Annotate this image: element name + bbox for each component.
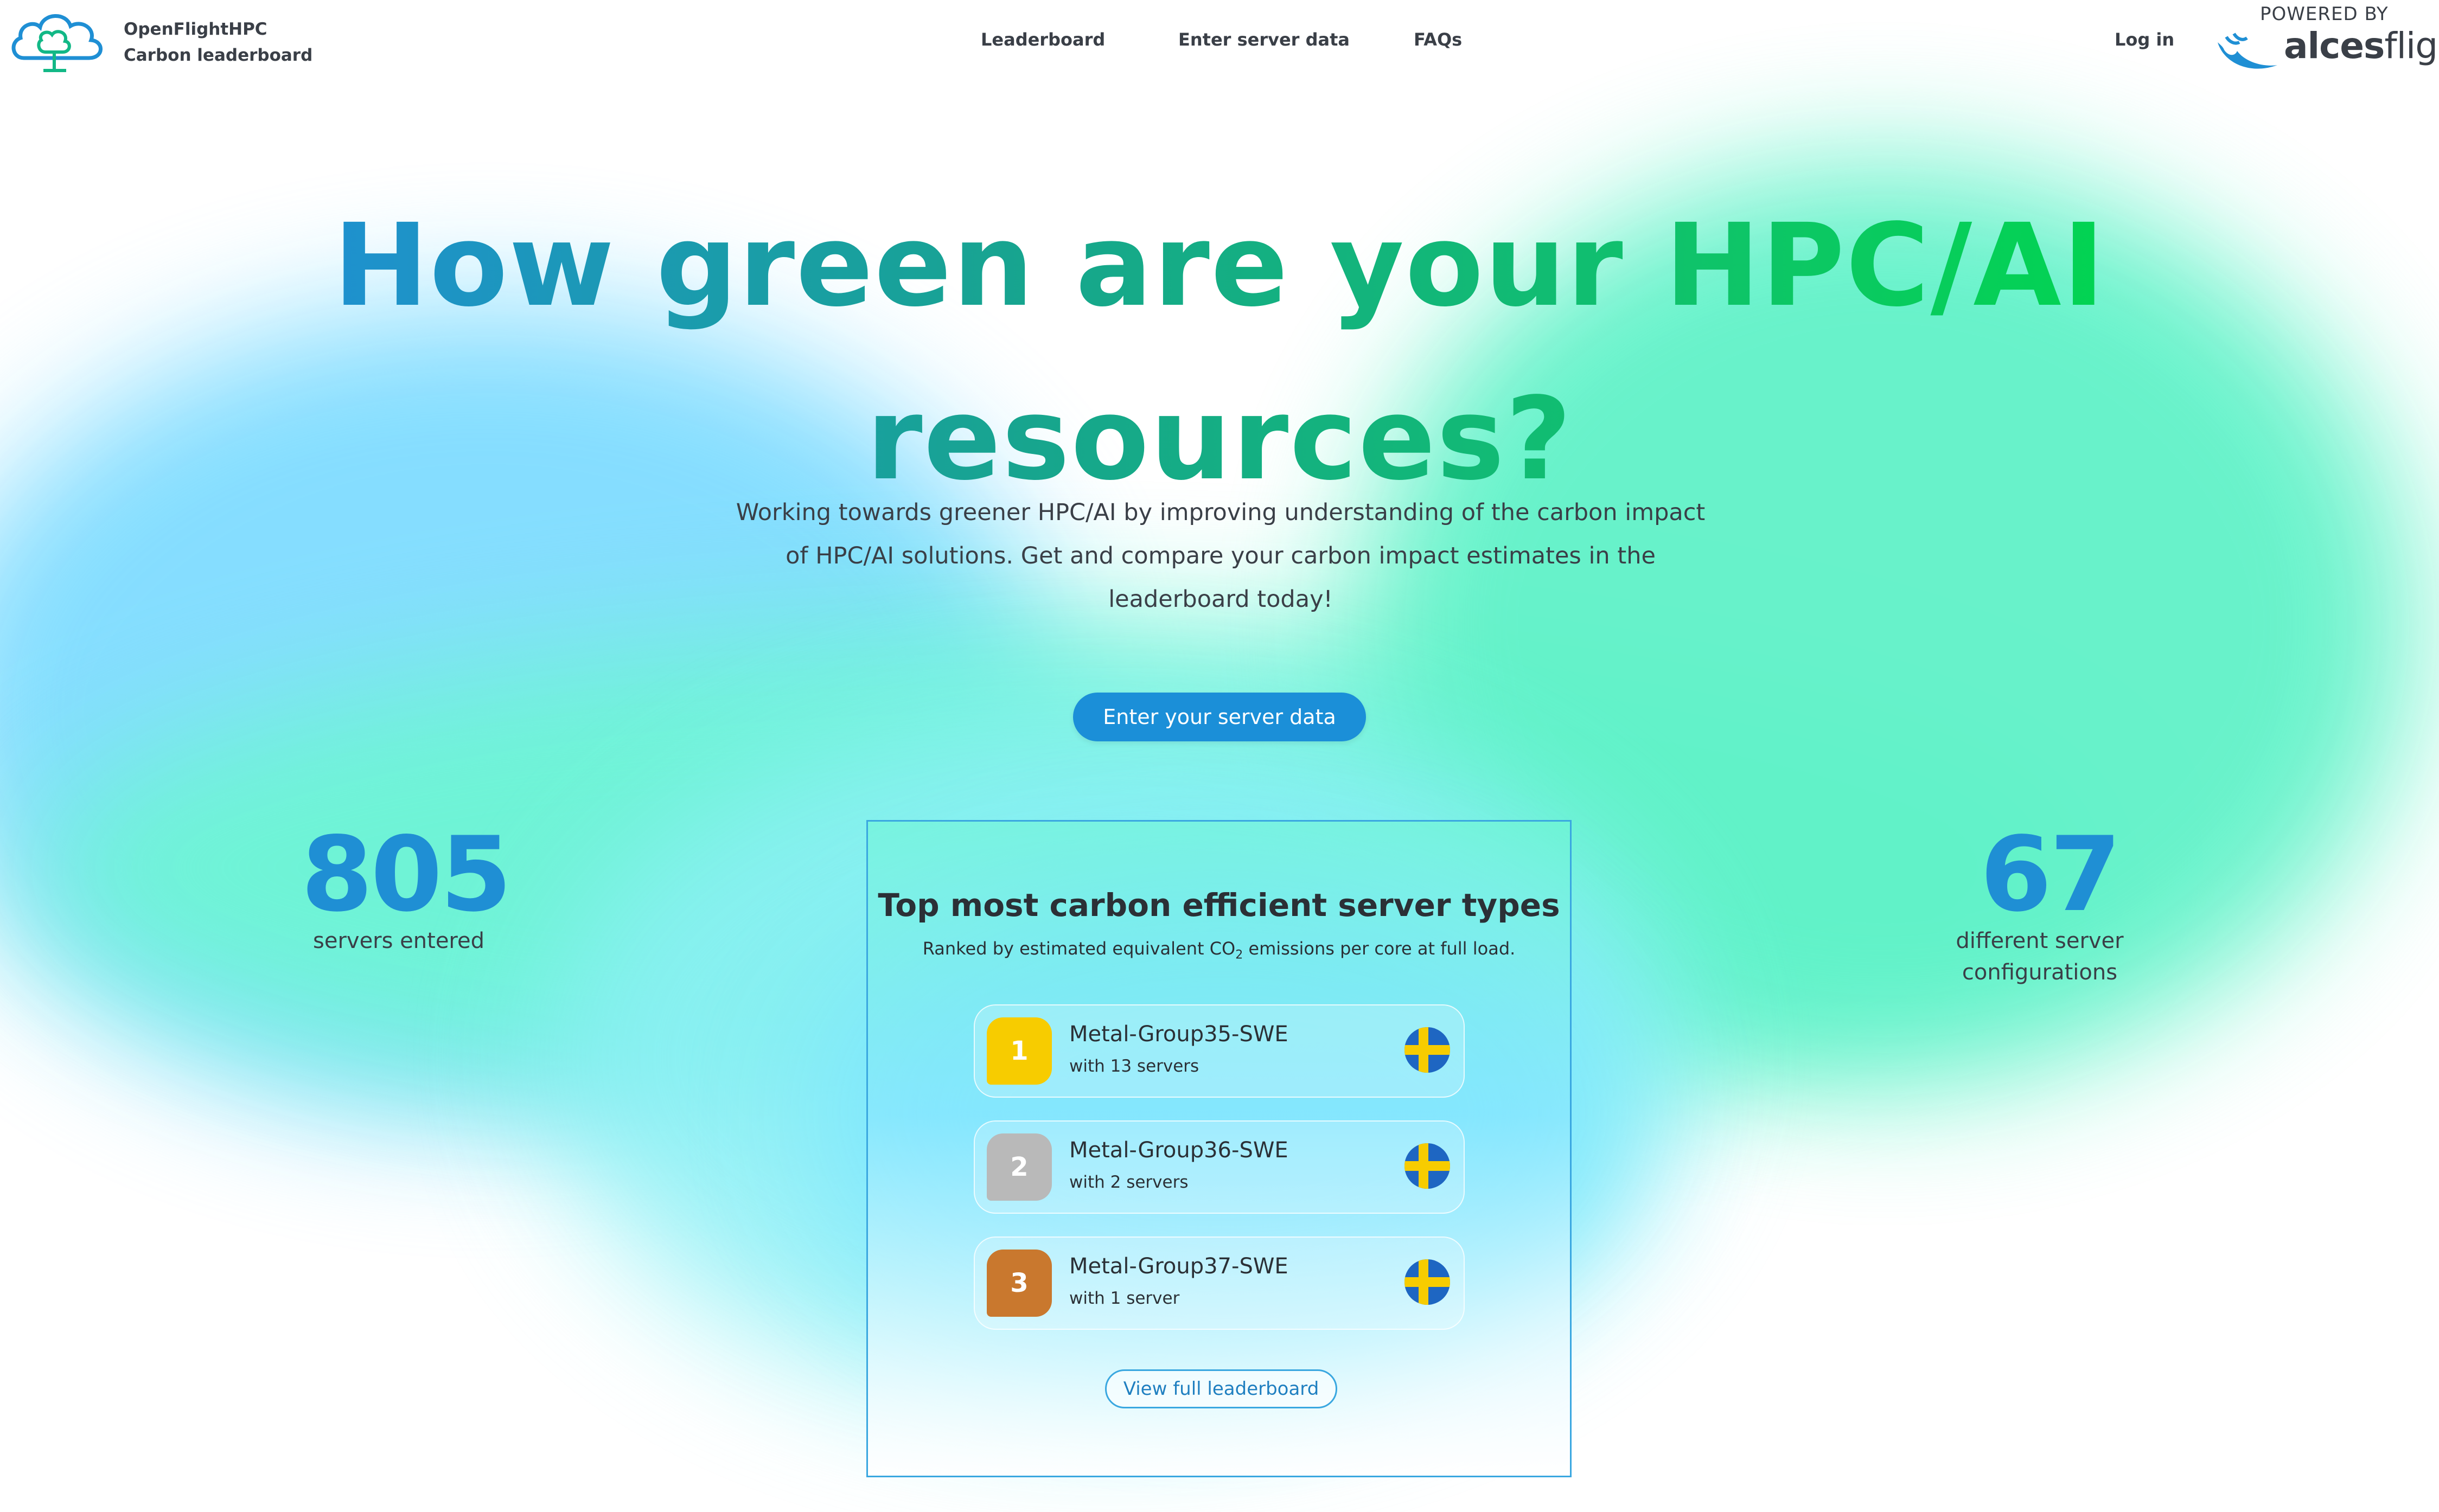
- nav-enter-server-data[interactable]: Enter server data: [1178, 29, 1350, 50]
- servers-entered-count: 805: [301, 815, 512, 934]
- leaderboard-title: Top most carbon efficient server types: [878, 887, 1560, 924]
- cloud-logo-icon[interactable]: [8, 7, 116, 80]
- alces-logo-icon[interactable]: [2213, 26, 2284, 78]
- server-configurations-label: different server configurations: [1956, 928, 2124, 985]
- subtitle-pre: Ranked by estimated equivalent CO: [922, 938, 1236, 959]
- servers-entered-label: servers entered: [313, 928, 484, 953]
- subtitle-post: emissions per core at full load.: [1243, 938, 1516, 959]
- rank-badge: 3: [987, 1250, 1052, 1317]
- sweden-flag-icon: [1404, 1259, 1450, 1305]
- login-link[interactable]: Log in: [2115, 29, 2174, 50]
- enter-server-data-button[interactable]: Enter your server data: [1073, 693, 1366, 741]
- leaderboard-subtitle: Ranked by estimated equivalent CO2 emiss…: [868, 938, 1570, 962]
- brand-line2: Carbon leaderboard: [124, 46, 313, 65]
- view-full-leaderboard-button[interactable]: View full leaderboard: [1105, 1369, 1337, 1408]
- server-count: with 1 server: [1069, 1289, 1180, 1308]
- alces-logo-light: flight: [2384, 25, 2439, 67]
- nav-faqs[interactable]: FAQs: [1414, 29, 1462, 50]
- site-header: OpenFlightHPC Carbon leaderboard Leaderb…: [0, 0, 2439, 92]
- brand-line1: OpenFlightHPC: [124, 20, 267, 39]
- subtitle-subscript: 2: [1235, 948, 1243, 962]
- hero-description: Working towards greener HPC/AI by improv…: [736, 499, 1706, 613]
- powered-by-label: POWERED BY: [2260, 3, 2389, 25]
- leaderboard-card: Top most carbon efficient server types R…: [866, 820, 1572, 1477]
- nav-leaderboard[interactable]: Leaderboard: [981, 29, 1105, 50]
- leaderboard-entry[interactable]: 3 Metal-Group37-SWE with 1 server: [974, 1236, 1465, 1330]
- sweden-flag-icon: [1404, 1027, 1450, 1073]
- server-configurations-count: 67: [1980, 815, 2121, 934]
- server-type-name: Metal-Group36-SWE: [1069, 1138, 1288, 1163]
- leaderboard-entry[interactable]: 1 Metal-Group35-SWE with 13 servers: [974, 1004, 1465, 1098]
- hero-title: How green are your HPC/AI resources?: [271, 179, 2168, 526]
- server-type-name: Metal-Group35-SWE: [1069, 1022, 1288, 1047]
- server-type-name: Metal-Group37-SWE: [1069, 1254, 1288, 1279]
- alces-logo-wordmark[interactable]: alcesflight: [2284, 25, 2439, 67]
- brand-name[interactable]: OpenFlightHPC Carbon leaderboard: [124, 16, 312, 68]
- hero-title-line1: How green are your HPC/AI: [333, 199, 2106, 332]
- leaderboard-entry[interactable]: 2 Metal-Group36-SWE with 2 servers: [974, 1120, 1465, 1214]
- rank-badge: 1: [987, 1017, 1052, 1085]
- sweden-flag-icon: [1404, 1143, 1450, 1189]
- server-count: with 2 servers: [1069, 1173, 1189, 1192]
- rank-badge: 2: [987, 1133, 1052, 1201]
- alces-logo-bold: alces: [2284, 25, 2385, 67]
- server-count: with 13 servers: [1069, 1056, 1199, 1076]
